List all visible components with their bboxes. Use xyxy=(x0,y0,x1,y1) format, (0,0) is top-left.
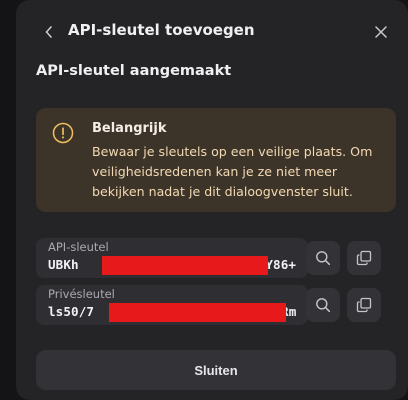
search-icon xyxy=(316,251,331,266)
warning-circle-icon xyxy=(52,122,74,144)
search-icon xyxy=(316,298,331,313)
dialog-title: API-sleutel toevoegen xyxy=(68,21,255,39)
copy-icon xyxy=(356,297,372,313)
back-button[interactable] xyxy=(40,22,58,42)
api-key-value-start: UBKh xyxy=(48,257,79,272)
close-icon xyxy=(375,26,387,38)
private-key-field[interactable]: Privésleutel ls50/7 cwlRm xyxy=(36,285,308,325)
dialog-header: API-sleutel toevoegen xyxy=(16,18,408,46)
section-heading: API-sleutel aangemaakt xyxy=(36,63,232,79)
private-key-label: Privésleutel xyxy=(48,287,115,301)
api-key-field[interactable]: API-sleutel UBKh HmY86+ xyxy=(36,238,308,278)
private-key-reveal-button[interactable] xyxy=(306,288,340,322)
redaction-bar xyxy=(109,303,286,322)
important-notice: Belangrijk Bewaar je sleutels op een vei… xyxy=(36,108,396,212)
notice-title: Belangrijk xyxy=(92,121,167,136)
notice-text: Bewaar je sleutels op een veilige plaats… xyxy=(92,144,373,199)
chevron-left-icon xyxy=(45,26,52,38)
close-button[interactable] xyxy=(372,23,390,41)
add-api-key-dialog: API-sleutel toevoegen API-sleutel aangem… xyxy=(16,0,408,400)
api-key-copy-button[interactable] xyxy=(347,241,381,275)
private-key-value-start: ls50/7 xyxy=(48,304,95,319)
close-dialog-button[interactable]: Sluiten xyxy=(36,350,396,390)
api-key-label: API-sleutel xyxy=(48,240,109,254)
private-key-copy-button[interactable] xyxy=(347,288,381,322)
copy-icon xyxy=(356,250,372,266)
api-key-reveal-button[interactable] xyxy=(306,241,340,275)
redaction-bar xyxy=(102,256,268,275)
